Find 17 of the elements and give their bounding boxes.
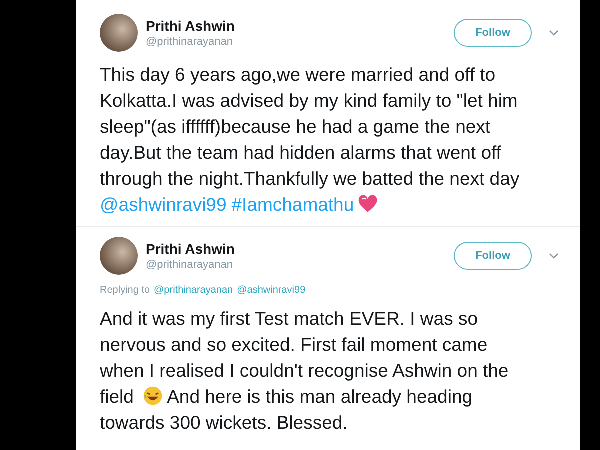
user-name: Prithi Ashwin (146, 241, 236, 257)
tweet-link[interactable]: #Iamchamathu (232, 194, 354, 215)
user-name: Prithi Ashwin (146, 18, 236, 34)
replying-label: Replying to (100, 285, 150, 296)
user-handle: @prithinarayanan (146, 259, 234, 271)
tweet-text: And it was my first Test match EVER. I was so nervous and so excited. First fail moment came when I realised I couldn't recognise Ashwin on the field And here is this man already heading towards 300 wickets. Blessed. (100, 307, 510, 435)
follow-button[interactable]: Follow (454, 242, 532, 270)
avatar (100, 14, 138, 52)
tweet-text: This day 6 years ago,we were married and off to Kolkatta.I was advised by my kind family to "let him sleep"(as iffffff)because he had a game the next day.But the team had hidden alarms that went off through the night.Thankfully we batted the next day @ashwinravi99 #Iamchamathu (100, 63, 521, 217)
laughing-face-icon (142, 385, 164, 407)
follow-button[interactable]: Follow (454, 19, 532, 47)
avatar (100, 237, 138, 275)
user-handle: @prithinarayanan (146, 36, 234, 48)
heart-icon (357, 193, 380, 215)
mention-link[interactable]: @prithinarayanan (154, 285, 234, 296)
tweet-link[interactable]: @ashwinravi99 (100, 194, 227, 215)
mention-link[interactable]: @ashwinravi99 (237, 285, 306, 296)
